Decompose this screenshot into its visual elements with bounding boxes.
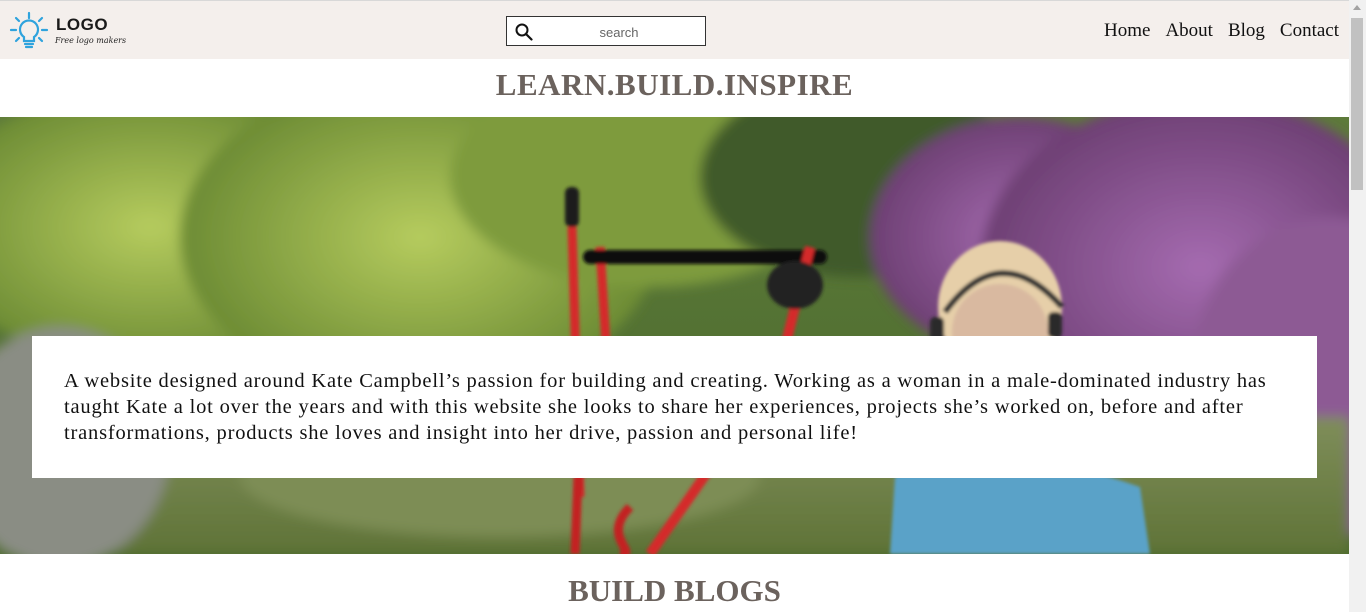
lightbulb-icon bbox=[9, 11, 49, 49]
page-title: LEARN.BUILD.INSPIRE bbox=[495, 67, 854, 102]
hero-section: A website designed around Kate Campbell’… bbox=[0, 117, 1349, 554]
nav-home[interactable]: Home bbox=[1104, 20, 1150, 42]
intro-card: A website designed around Kate Campbell’… bbox=[32, 336, 1317, 478]
search-input[interactable] bbox=[537, 20, 701, 44]
page-scrollbar[interactable] bbox=[1349, 0, 1366, 612]
scroll-thumb[interactable] bbox=[1351, 18, 1363, 190]
main-nav: Home About Blog Contact bbox=[1104, 20, 1339, 42]
search-icon[interactable] bbox=[515, 23, 533, 41]
nav-about[interactable]: About bbox=[1165, 20, 1213, 42]
page: LOGO Free logo makers Home About Blog Co… bbox=[0, 0, 1349, 612]
blogs-section-title: BUILD BLOGS bbox=[568, 573, 781, 608]
search-box bbox=[506, 16, 706, 46]
logo-tagline: Free logo makers bbox=[55, 36, 127, 45]
intro-text: A website designed around Kate Campbell’… bbox=[64, 370, 1267, 444]
nav-contact[interactable]: Contact bbox=[1280, 20, 1339, 42]
nav-blog[interactable]: Blog bbox=[1228, 20, 1265, 42]
logo-text: LOGO bbox=[56, 15, 109, 34]
site-header: LOGO Free logo makers Home About Blog Co… bbox=[0, 0, 1349, 59]
site-logo[interactable]: LOGO Free logo makers bbox=[8, 11, 126, 51]
scroll-up-arrow-icon[interactable] bbox=[1353, 5, 1361, 10]
